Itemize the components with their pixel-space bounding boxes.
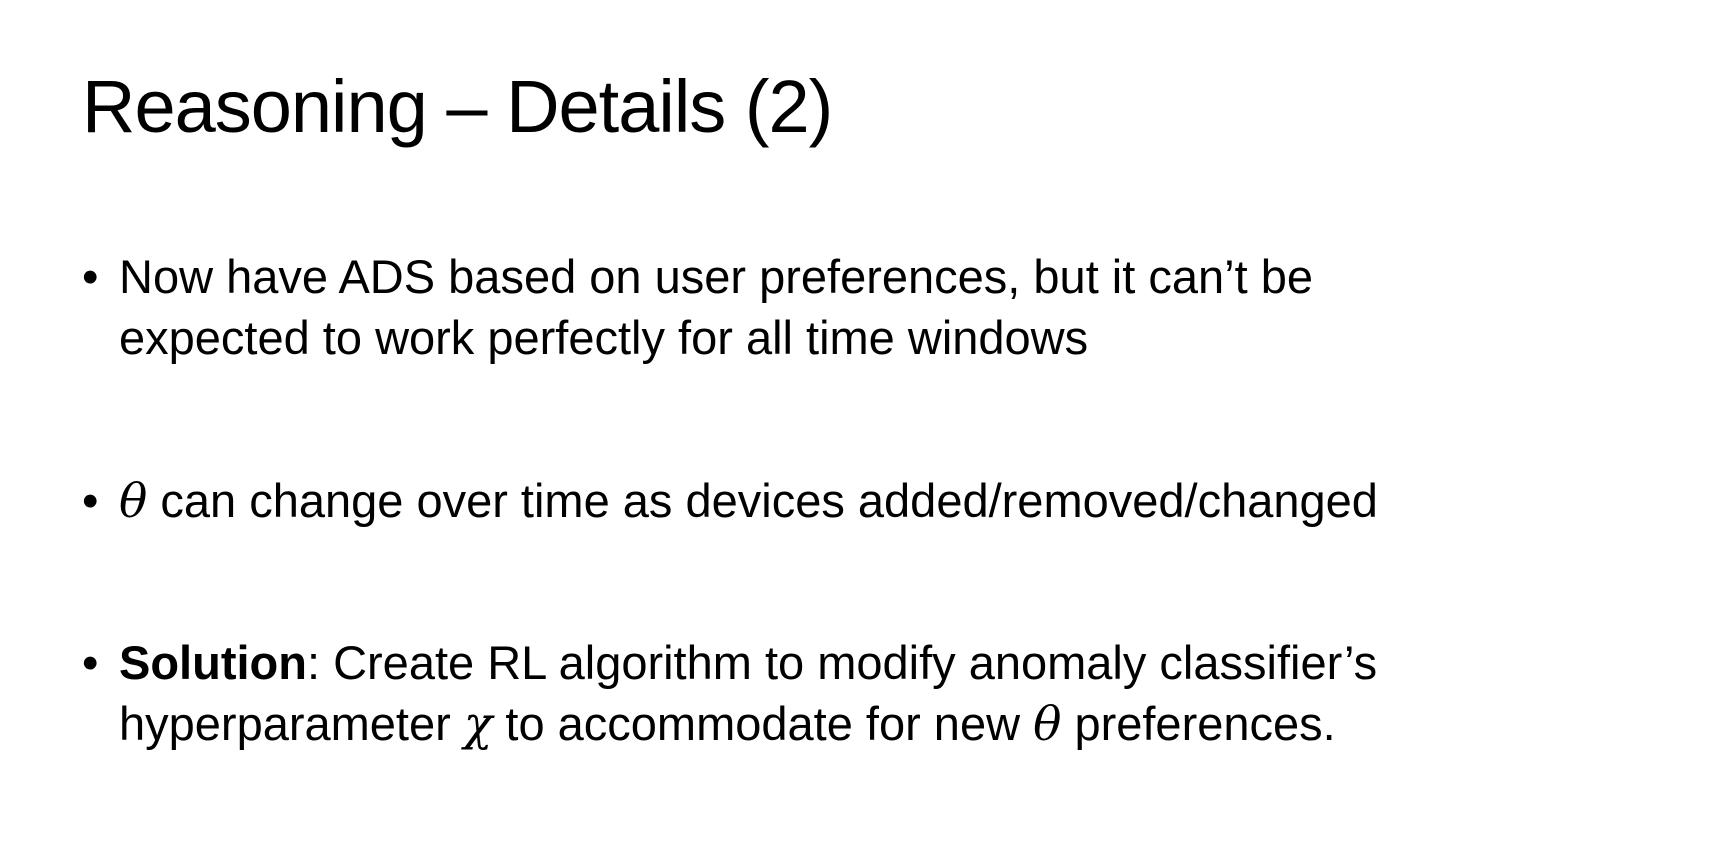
bullet-text: Solution: Create RL algorithm to modify … [119,632,1682,755]
bullet-dot: • [82,474,99,527]
bullet-line-part: to accommodate for new [492,697,1034,750]
bullet-line: hyperparameter χ to accommodate for new … [119,693,1682,755]
slide: Reasoning – Details (2) • Now have ADS b… [0,0,1728,846]
bullet-dot: • [82,636,99,689]
bullet-line-rest: : Create RL algorithm to modify anomaly … [306,636,1378,689]
bullet-line: Solution: Create RL algorithm to modify … [119,632,1682,693]
bullet-line: Now have ADS based on user preferences, … [119,250,1313,303]
solution-label: Solution [119,636,307,689]
bullet-text: Now have ADS based on user preferences, … [119,246,1682,368]
bullet-item-theta: • θ can change over time as devices adde… [82,470,1682,532]
theta-symbol: θ [119,474,148,529]
bullet-line-part: preferences. [1061,697,1336,750]
chi-symbol: χ [463,697,493,752]
bullet-line-part: hyperparameter [119,697,464,750]
bullet-line: expected to work perfectly for all time … [119,311,1089,364]
bullet-dot: • [82,250,99,303]
slide-title: Reasoning – Details (2) [82,65,833,148]
bullet-line: can change over time as devices added/re… [147,474,1378,527]
bullet-item-solution: • Solution: Create RL algorithm to modif… [82,632,1682,755]
theta-symbol: θ [1033,697,1062,752]
bullet-item-ads: • Now have ADS based on user preferences… [82,246,1682,368]
bullet-text: θ can change over time as devices added/… [119,470,1682,532]
